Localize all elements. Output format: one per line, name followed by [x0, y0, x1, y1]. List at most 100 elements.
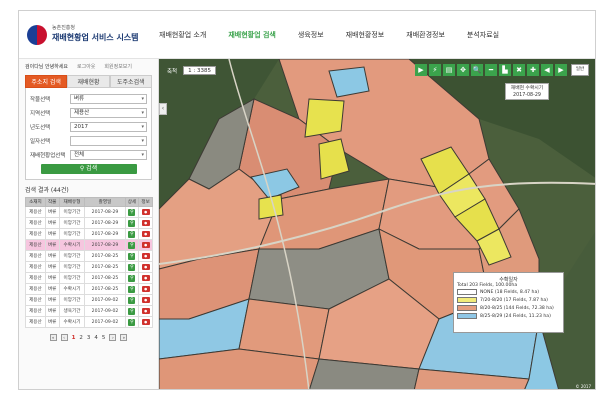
- info-badge-icon[interactable]: ●: [141, 231, 150, 237]
- magnifier-icon[interactable]: ⚲: [128, 252, 136, 260]
- org-name: 농촌진흥청: [52, 25, 76, 31]
- crop-select[interactable]: 벼류 ▾: [70, 93, 147, 104]
- table-row[interactable]: 제용산 벼류 수확시기 2017-08-29 ⚲ ●: [25, 239, 153, 251]
- column-header[interactable]: 정보: [138, 197, 153, 207]
- table-row[interactable]: 제용산 벼류 이앙기간 2017-08-25 ⚲ ●: [25, 250, 153, 262]
- table-cell: 제용산: [25, 316, 46, 328]
- column-header[interactable]: 재배유형: [58, 197, 86, 207]
- tab-cultivation[interactable]: 재배현황: [67, 75, 110, 88]
- magnifier-icon[interactable]: ⚲: [128, 263, 136, 271]
- page-link[interactable]: 3: [87, 335, 91, 341]
- legend-item: 8/25-8/29 (24 Fields, 11.23 ha): [457, 312, 560, 320]
- info-badge-icon[interactable]: ●: [141, 308, 150, 314]
- table-row[interactable]: 제용산 벼류 수확시기 2017-09-02 ⚲ ●: [25, 316, 153, 328]
- table-row[interactable]: 제용산 벼류 이앙기간 2017-08-25 ⚲ ●: [25, 261, 153, 273]
- column-header[interactable]: 작물: [44, 197, 60, 207]
- detail-cell: ⚲: [124, 283, 140, 295]
- page-link[interactable]: 4: [94, 335, 98, 341]
- logout-link[interactable]: 로그아웃: [77, 63, 95, 70]
- search-button[interactable]: ⚲ 검색: [40, 164, 137, 174]
- info-badge-icon[interactable]: ●: [141, 286, 150, 292]
- add-icon[interactable]: ✚: [527, 64, 539, 76]
- nav-intro[interactable]: 재배현황업 소개: [159, 30, 206, 40]
- magnifier-icon[interactable]: ⚲: [128, 318, 136, 326]
- aerial-map[interactable]: [159, 59, 596, 390]
- tab-road-address[interactable]: 도주소검색: [109, 75, 152, 88]
- table-cell: 벼류: [44, 250, 60, 262]
- first-page-icon[interactable]: «: [49, 334, 57, 341]
- magnifier-icon[interactable]: ⚲: [128, 230, 136, 238]
- region-select[interactable]: 제용산 ▾: [70, 107, 147, 118]
- magnifier-icon[interactable]: ⚲: [128, 296, 136, 304]
- zoom-value[interactable]: 1 : 3385: [183, 66, 216, 75]
- tab-address-search[interactable]: 주소지 검색: [25, 75, 68, 88]
- layer-icon[interactable]: ▤: [443, 64, 455, 76]
- info-badge-icon[interactable]: ●: [141, 209, 150, 215]
- info-badge-icon[interactable]: ●: [141, 220, 150, 226]
- pan-icon[interactable]: ✥: [457, 64, 469, 76]
- member-info-link[interactable]: 회원정보보기: [104, 63, 132, 70]
- measure-line-icon[interactable]: ━: [485, 64, 497, 76]
- magnifier-icon[interactable]: ⚲: [128, 307, 136, 315]
- date-tag-line2: 2017-08-29: [513, 93, 541, 98]
- legend-title: 수확일자: [499, 277, 518, 283]
- info-badge-icon[interactable]: ●: [141, 264, 150, 270]
- table-row[interactable]: 제용산 벼류 생육기간 2017-09-02 ⚲ ●: [25, 305, 153, 317]
- page-link[interactable]: 1: [72, 335, 76, 341]
- column-header[interactable]: 소재지: [25, 197, 46, 207]
- table-cell: 이앙기간: [58, 294, 86, 306]
- date-select[interactable]: ▾: [70, 135, 147, 146]
- next-icon[interactable]: ▶: [555, 64, 567, 76]
- logo[interactable]: 농촌진흥청 재배현황업 서비스 시스템: [27, 23, 157, 49]
- table-row[interactable]: 제용산 벼류 이앙기간 2017-09-02 ⚲ ●: [25, 294, 153, 306]
- nav-search[interactable]: 재배현황업 검색: [228, 30, 276, 40]
- table-row[interactable]: 제용산 벼류 이앙기간 2017-08-29 ⚲ ●: [25, 217, 153, 229]
- measure-area-icon[interactable]: ▙: [499, 64, 511, 76]
- magnifier-icon[interactable]: ⚲: [128, 241, 136, 249]
- clear-icon[interactable]: ✖: [513, 64, 525, 76]
- info-badge-icon[interactable]: ●: [141, 253, 150, 259]
- magnifier-icon[interactable]: ⚲: [128, 208, 136, 216]
- page-link[interactable]: 5: [102, 335, 106, 341]
- basemap-normal-button[interactable]: 일반: [571, 64, 589, 76]
- info-badge-icon[interactable]: ●: [141, 242, 150, 248]
- info-badge-icon[interactable]: ●: [141, 319, 150, 325]
- table-row[interactable]: 제용산 벼류 이앙기간 2017-08-29 ⚲ ●: [25, 228, 153, 240]
- next-page-icon[interactable]: ›: [109, 334, 117, 341]
- lightning-icon[interactable]: ⚡: [429, 64, 441, 76]
- table-cell: 2017-08-25: [84, 261, 126, 273]
- prev-icon[interactable]: ◀: [541, 64, 553, 76]
- pointer-icon[interactable]: ▶: [415, 64, 427, 76]
- year-select[interactable]: 2017 ▾: [70, 121, 147, 132]
- table-cell: 2017-09-02: [84, 305, 126, 317]
- info-badge-icon[interactable]: ●: [141, 275, 150, 281]
- last-page-icon[interactable]: »: [120, 334, 128, 341]
- app-window: 농촌진흥청 재배현황업 서비스 시스템 재배현황업 소개 재배현황업 검색 생육…: [18, 10, 596, 390]
- nav-environment-info[interactable]: 재배환경정보: [406, 30, 445, 40]
- table-cell: 수확시기: [58, 283, 86, 295]
- magnifier-icon[interactable]: ⚲: [128, 219, 136, 227]
- crop-row: 작물선택 벼류 ▾: [30, 92, 147, 105]
- table-row[interactable]: 제용산 벼류 수확시기 2017-08-25 ⚲ ●: [25, 283, 153, 295]
- zoom-icon[interactable]: 🔍: [471, 64, 483, 76]
- map-view[interactable]: 축척 1 : 3385 ▶ ⚡ ▤ ✥ 🔍 ━ ▙ ✖ ✚ ◀ ▶ 일반 재배현 수확시기 2017…: [159, 59, 596, 390]
- column-header[interactable]: 상세: [124, 197, 140, 207]
- column-header[interactable]: 촬영일: [84, 197, 126, 207]
- table-row[interactable]: 제용산 벼류 이앙기간 2017-08-29 ⚲ ●: [25, 206, 153, 218]
- nav-growth-info[interactable]: 생육정보: [298, 30, 324, 40]
- table-row[interactable]: 제용산 벼류 이앙기간 2017-08-25 ⚲ ●: [25, 272, 153, 284]
- magnifier-icon[interactable]: ⚲: [128, 274, 136, 282]
- chevron-down-icon: ▾: [141, 109, 144, 116]
- table-cell: 2017-08-29: [84, 228, 126, 240]
- magnifier-icon[interactable]: ⚲: [128, 285, 136, 293]
- status-select[interactable]: 전체 ▾: [70, 149, 147, 160]
- nav-cultivation-info[interactable]: 재배현황정보: [346, 30, 385, 40]
- page-link[interactable]: 2: [79, 335, 83, 341]
- collapse-panel-button[interactable]: ‹: [159, 103, 167, 115]
- info-badge-icon[interactable]: ●: [141, 297, 150, 303]
- prev-page-icon[interactable]: ‹: [60, 334, 68, 341]
- table-cell: 2017-08-29: [84, 239, 126, 251]
- status-row: 재배현황업선택 전체 ▾: [30, 148, 147, 161]
- year-row: 년도선택 2017 ▾: [30, 120, 147, 133]
- nav-archive[interactable]: 분석자료실: [467, 30, 499, 40]
